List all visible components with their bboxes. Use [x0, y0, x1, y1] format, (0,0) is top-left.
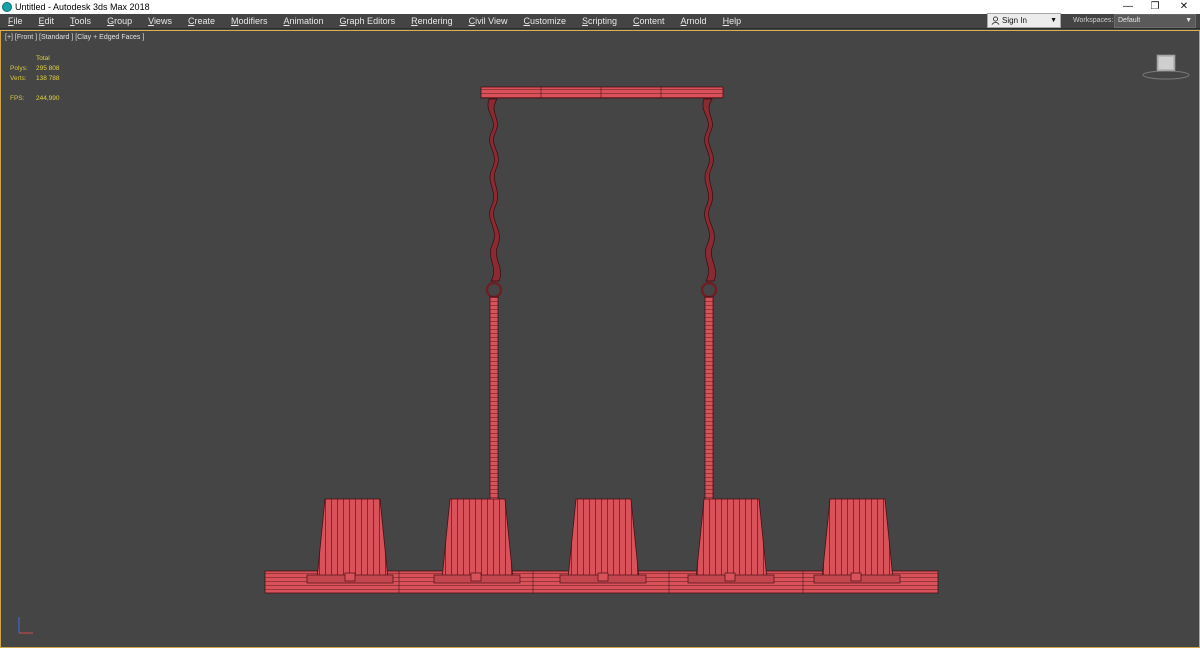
menu-civil-view[interactable]: Civil View [461, 14, 516, 29]
workspaces-label: Workspaces: [1073, 17, 1114, 24]
workspace-value: Default [1118, 17, 1141, 24]
menu-views[interactable]: Views [140, 14, 180, 29]
left-chain[interactable] [485, 98, 503, 502]
lamp-shade-5[interactable] [813, 498, 901, 584]
minimize-button[interactable]: — [1116, 0, 1140, 14]
chevron-down-icon: ▼ [1050, 17, 1057, 24]
viewcube-icon[interactable] [1141, 51, 1191, 81]
sign-in-label: Sign In [1002, 16, 1027, 25]
menu-modifiers[interactable]: Modifiers [223, 14, 276, 29]
close-button[interactable]: ✕ [1172, 0, 1196, 14]
lamp-shade-4[interactable] [687, 498, 775, 584]
lamp-shade-2[interactable] [433, 498, 521, 584]
lamp-shade-3[interactable] [559, 498, 647, 584]
menu-create[interactable]: Create [180, 14, 223, 29]
title-bar: Untitled - Autodesk 3ds Max 2018 — ❐ ✕ [0, 0, 1200, 14]
menu-tools[interactable]: Tools [62, 14, 99, 29]
menu-graph-editors[interactable]: Graph Editors [332, 14, 404, 29]
user-icon [991, 16, 1000, 25]
workspace-select[interactable]: Default ▼ [1114, 14, 1196, 28]
front-viewport[interactable]: [+] [Front ] [Standard ] [Clay + Edged F… [0, 30, 1200, 648]
menu-help[interactable]: Help [715, 14, 750, 29]
menu-scripting[interactable]: Scripting [574, 14, 625, 29]
menu-arnold[interactable]: Arnold [673, 14, 715, 29]
right-chain[interactable] [700, 98, 718, 502]
maximize-button[interactable]: ❐ [1143, 0, 1167, 14]
chandelier-model[interactable] [1, 31, 1199, 647]
menu-animation[interactable]: Animation [275, 14, 331, 29]
menu-items: File Edit Tools Group Views Create Modif… [0, 14, 749, 29]
menu-file[interactable]: File [0, 14, 31, 29]
lamp-shade-1[interactable] [306, 498, 394, 584]
menu-edit[interactable]: Edit [31, 14, 63, 29]
menu-customize[interactable]: Customize [515, 14, 574, 29]
axis-tripod-icon [18, 617, 33, 634]
window-title: Untitled - Autodesk 3ds Max 2018 [15, 2, 150, 12]
canopy-bar[interactable] [480, 86, 724, 99]
menu-rendering[interactable]: Rendering [403, 14, 461, 29]
sign-in-dropdown[interactable]: Sign In ▼ [987, 13, 1061, 28]
menu-group[interactable]: Group [99, 14, 140, 29]
chevron-down-icon: ▼ [1185, 17, 1192, 24]
menu-content[interactable]: Content [625, 14, 673, 29]
app-icon[interactable] [2, 2, 12, 12]
